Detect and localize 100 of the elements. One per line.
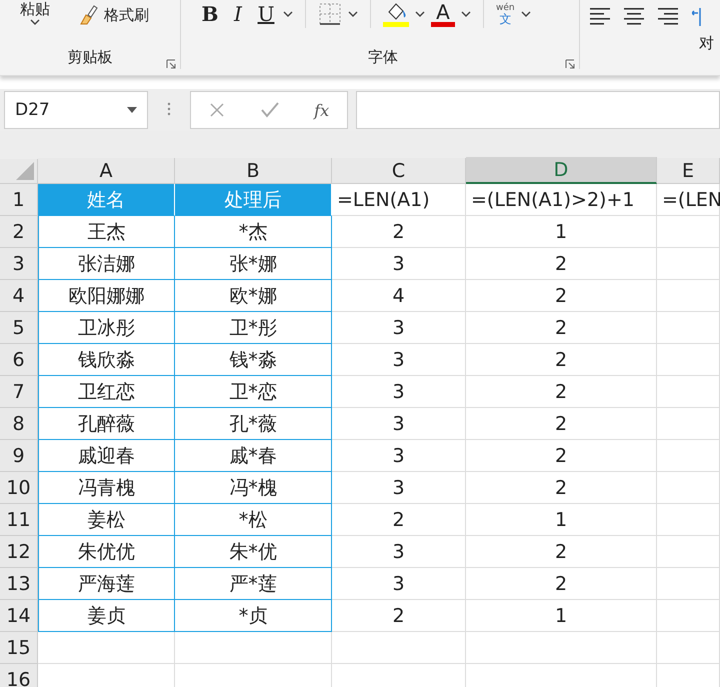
group-label: 剪贴板: [66, 48, 114, 68]
column-header[interactable]: A: [38, 158, 175, 184]
triangle-icon: [16, 162, 34, 180]
table-cell: 3: [332, 344, 466, 376]
column-header[interactable]: E: [657, 158, 720, 184]
caret-icon[interactable]: [461, 11, 471, 17]
empty-cell: [657, 408, 720, 440]
paste-button[interactable]: 粘贴: [20, 0, 50, 19]
group-label: 对: [699, 34, 714, 54]
column-header[interactable]: B: [175, 158, 332, 184]
font-color-button[interactable]: A: [431, 2, 455, 26]
table-cell: *杰: [175, 216, 332, 248]
table-cell: 姜松: [38, 504, 175, 536]
empty-cell: [657, 600, 720, 632]
table-cell: 孔*薇: [175, 408, 332, 440]
caret-icon[interactable]: [30, 19, 40, 25]
column-header[interactable]: D: [466, 157, 657, 184]
insert-function-button[interactable]: fx: [314, 100, 330, 120]
row-header[interactable]: 15: [0, 632, 38, 664]
format-painter-button[interactable]: 格式刷: [78, 4, 149, 26]
empty-cell: [657, 376, 720, 408]
table-cell: 卫红恋: [38, 376, 175, 408]
empty-cell: [657, 568, 720, 600]
table-cell: 冯*槐: [175, 472, 332, 504]
header-cell: =LEN(A1): [332, 184, 466, 216]
row-header[interactable]: 8: [0, 408, 38, 440]
table-cell: 2: [466, 536, 657, 568]
table-cell: 3: [332, 312, 466, 344]
italic-button[interactable]: I: [227, 2, 249, 26]
table-cell: 1: [466, 504, 657, 536]
table-cell: 严海莲: [38, 568, 175, 600]
table-cell: 2: [332, 504, 466, 536]
row-header[interactable]: 11: [0, 504, 38, 536]
align-icon[interactable]: [624, 8, 644, 26]
table-cell: 冯青槐: [38, 472, 175, 504]
row-header[interactable]: 1: [0, 184, 38, 216]
table-cell: *松: [175, 504, 332, 536]
table-cell: 3: [332, 536, 466, 568]
table-cell: 钱*淼: [175, 344, 332, 376]
table-cell: 2: [332, 600, 466, 632]
table-cell: 3: [332, 248, 466, 280]
table-cell: 1: [466, 216, 657, 248]
empty-cell: [657, 632, 720, 664]
bold-button[interactable]: B: [199, 2, 221, 26]
row-header[interactable]: 3: [0, 248, 38, 280]
indent-icon[interactable]: [692, 8, 704, 26]
row-header[interactable]: 6: [0, 344, 38, 376]
table-cell: 2: [466, 312, 657, 344]
row-header[interactable]: 4: [0, 280, 38, 312]
dialog-launcher-icon[interactable]: [166, 59, 176, 69]
table-cell: 卫*恋: [175, 376, 332, 408]
dialog-launcher-icon[interactable]: [565, 59, 575, 69]
row-header[interactable]: 7: [0, 376, 38, 408]
row-header[interactable]: 14: [0, 600, 38, 632]
table-cell: 1: [466, 600, 657, 632]
table-cell: 2: [466, 344, 657, 376]
border-icon[interactable]: [318, 2, 342, 26]
row-header[interactable]: 5: [0, 312, 38, 344]
table-cell: 钱欣淼: [38, 344, 175, 376]
table-cell: 2: [466, 280, 657, 312]
caret-icon[interactable]: [520, 11, 531, 17]
phonetic-button[interactable]: wén 文: [496, 2, 515, 26]
table-cell: 欧*娜: [175, 280, 332, 312]
header-cell: =(LEN(A1)>2)+1: [466, 184, 657, 216]
row-header[interactable]: 9: [0, 440, 38, 472]
row-header[interactable]: 16: [0, 664, 38, 687]
table-cell: 王杰: [38, 216, 175, 248]
table-cell: 孔醉薇: [38, 408, 175, 440]
column-header[interactable]: C: [332, 158, 466, 184]
check-icon[interactable]: [260, 102, 278, 118]
dropdown-icon[interactable]: [127, 107, 137, 113]
empty-cell: [657, 440, 720, 472]
empty-cell: [657, 312, 720, 344]
row-header[interactable]: 2: [0, 216, 38, 248]
caret-icon[interactable]: [415, 11, 425, 17]
table-cell: 朱*优: [175, 536, 332, 568]
table-cell: 张洁娜: [38, 248, 175, 280]
empty-cell: [657, 504, 720, 536]
row-header[interactable]: 10: [0, 472, 38, 504]
table-cell: 4: [332, 280, 466, 312]
table-cell: 2: [332, 216, 466, 248]
table-cell: 戚*春: [175, 440, 332, 472]
empty-cell: [657, 216, 720, 248]
row-header[interactable]: 13: [0, 568, 38, 600]
drag-handle-icon[interactable]: [167, 102, 171, 116]
formula-input[interactable]: [356, 91, 720, 129]
table-cell: 2: [466, 408, 657, 440]
empty-cell: [657, 472, 720, 504]
caret-icon[interactable]: [348, 11, 358, 17]
table-cell: 卫*彤: [175, 312, 332, 344]
underline-button[interactable]: U: [255, 2, 277, 26]
empty-cell: [657, 280, 720, 312]
table-cell: 2: [466, 472, 657, 504]
name-box[interactable]: D27: [4, 91, 148, 129]
align-icon[interactable]: [658, 8, 678, 26]
table-cell: 3: [332, 440, 466, 472]
caret-icon[interactable]: [283, 11, 293, 17]
row-header[interactable]: 12: [0, 536, 38, 568]
align-icon[interactable]: [590, 8, 610, 26]
table-cell: 2: [466, 440, 657, 472]
